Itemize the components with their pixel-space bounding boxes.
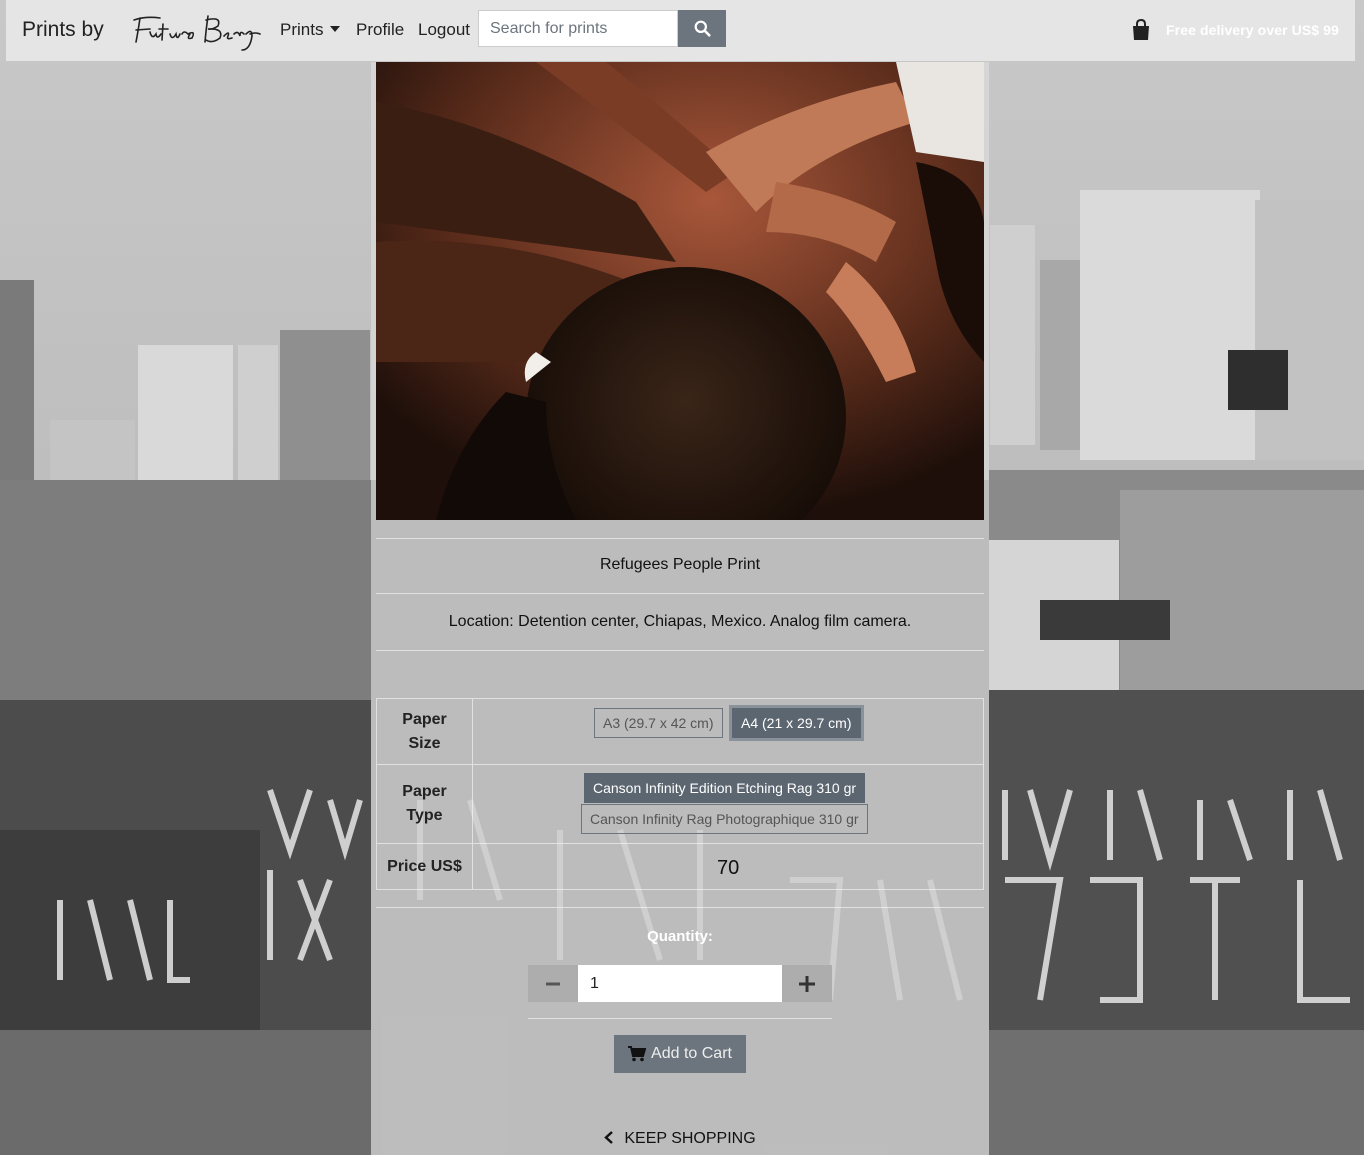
type-option-rag-photographique[interactable]: Canson Infinity Rag Photographique 310 g… xyxy=(581,804,868,834)
divider xyxy=(376,593,984,594)
nav-prints-dropdown[interactable]: Prints xyxy=(280,20,341,40)
nav-prints-label: Prints xyxy=(280,20,324,39)
price-label: Price US$ xyxy=(377,844,473,889)
size-option-a3[interactable]: A3 (29.7 x 42 cm) xyxy=(594,708,723,738)
product-title: Refugees People Print xyxy=(599,556,761,573)
add-to-cart-label: Add to Cart xyxy=(651,1045,732,1062)
search-icon xyxy=(694,20,711,37)
paper-size-row: Paper Size A3 (29.7 x 42 cm) A4 (21 x 29… xyxy=(377,699,983,764)
paper-size-label: Paper Size xyxy=(377,699,473,764)
nav-profile-link[interactable]: Profile xyxy=(356,20,404,40)
price-value: 70 xyxy=(717,857,740,879)
nav-logout-link[interactable]: Logout xyxy=(418,20,470,40)
quantity-input[interactable] xyxy=(578,965,782,1002)
quantity-decrease-button[interactable] xyxy=(528,965,578,1002)
plus-icon xyxy=(799,975,815,992)
free-delivery-note: Free delivery over US$ 99 xyxy=(1166,22,1339,38)
brand-signature-logo[interactable] xyxy=(126,10,266,57)
divider xyxy=(376,907,984,908)
paper-size-label-text: Paper Size xyxy=(402,710,447,752)
quantity-increase-button[interactable] xyxy=(782,965,832,1002)
add-to-cart-button[interactable]: Add to Cart xyxy=(614,1035,746,1073)
options-table: Paper Size A3 (29.7 x 42 cm) A4 (21 x 29… xyxy=(376,698,984,890)
product-description: Location: Detention center, Chiapas, Mex… xyxy=(448,613,912,630)
product-photo[interactable] xyxy=(376,62,984,520)
keep-shopping-link[interactable]: KEEP SHOPPING xyxy=(371,1130,989,1148)
minus-icon xyxy=(546,982,560,985)
paper-type-label: Paper Type xyxy=(377,765,473,843)
search-button[interactable] xyxy=(678,10,726,47)
caret-down-icon xyxy=(330,26,341,32)
top-navbar: Prints by Prints Profile Logout Free xyxy=(6,0,1355,61)
divider xyxy=(376,650,984,651)
type-option-etching-rag[interactable]: Canson Infinity Edition Etching Rag 310 … xyxy=(584,773,866,803)
quantity-label: Quantity: xyxy=(647,928,713,945)
paper-type-row: Paper Type Canson Infinity Edition Etchi… xyxy=(377,764,983,843)
paper-type-label-text: Paper Type xyxy=(402,783,447,824)
chevron-left-icon xyxy=(604,1131,614,1144)
keep-shopping-label: KEEP SHOPPING xyxy=(624,1130,756,1147)
shopping-bag-icon[interactable] xyxy=(1131,18,1151,46)
cart-icon xyxy=(628,1046,647,1062)
price-row: Price US$ 70 xyxy=(377,843,983,889)
product-panel: Refugees People Print Location: Detentio… xyxy=(371,62,989,1155)
size-option-a4[interactable]: A4 (21 x 29.7 cm) xyxy=(732,708,861,738)
divider xyxy=(528,1018,832,1019)
brand-text[interactable]: Prints by xyxy=(22,18,104,42)
search-input[interactable] xyxy=(478,10,678,47)
divider xyxy=(376,538,984,539)
